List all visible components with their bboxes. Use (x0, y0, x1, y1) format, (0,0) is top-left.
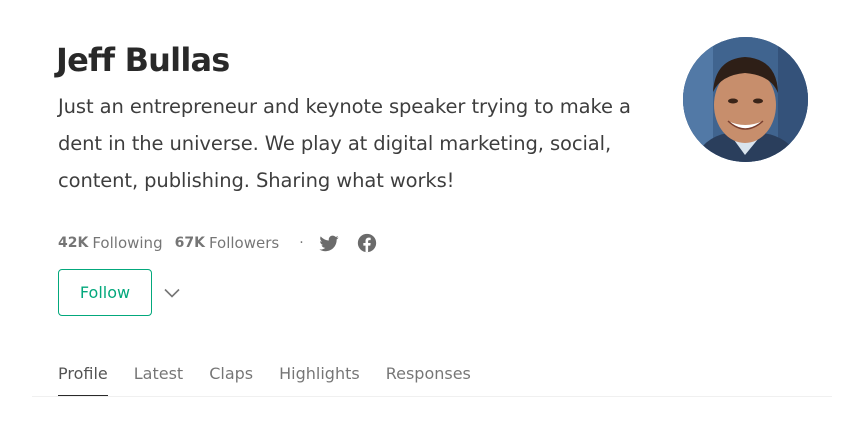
followers-count: 67K (174, 235, 205, 251)
profile-stats: 42K Following 67K Followers · (58, 228, 394, 258)
avatar[interactable] (683, 37, 808, 162)
facebook-icon[interactable] (356, 232, 378, 254)
tab-latest[interactable]: Latest (134, 352, 183, 395)
profile-page: Jeff Bullas Just an entrepreneur and key… (0, 0, 845, 428)
following-count: 42K (58, 235, 89, 251)
profile-name: Jeff Bullas (56, 41, 230, 79)
following-link[interactable]: 42K Following (58, 234, 163, 252)
tab-profile[interactable]: Profile (58, 352, 108, 396)
tab-highlights[interactable]: Highlights (279, 352, 360, 395)
profile-bio: Just an entrepreneur and keynote speaker… (58, 95, 631, 192)
separator-dot: · (299, 235, 304, 251)
following-label: Following (92, 234, 163, 252)
follow-button[interactable]: Follow (58, 269, 152, 316)
chevron-down-icon[interactable] (160, 281, 184, 305)
followers-link[interactable]: 67K Followers (175, 234, 280, 252)
profile-tabs: Profile Latest Claps Highlights Response… (32, 352, 832, 397)
twitter-icon[interactable] (318, 232, 340, 254)
tab-responses[interactable]: Responses (386, 352, 471, 395)
followers-label: Followers (208, 234, 280, 252)
tab-claps[interactable]: Claps (209, 352, 253, 395)
follow-row: Follow (58, 269, 184, 316)
